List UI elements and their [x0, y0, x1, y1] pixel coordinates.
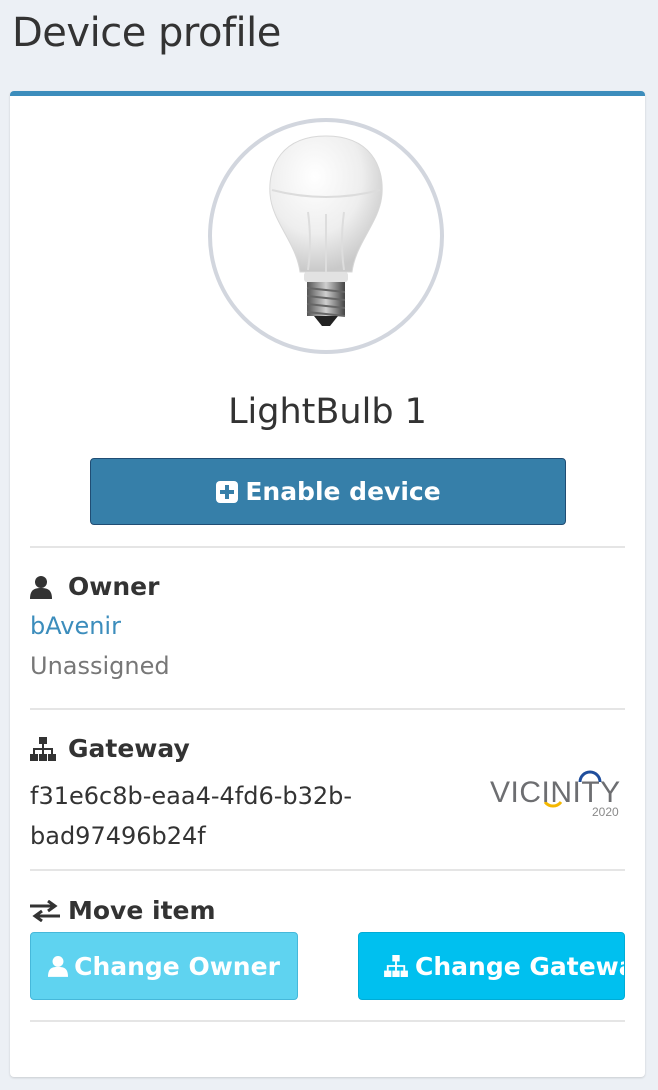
owner-status: Unassigned [30, 652, 170, 680]
owner-heading: Owner [30, 572, 159, 601]
divider [30, 546, 625, 548]
vicinity-logo: VICINITY 2020 [488, 764, 628, 824]
device-name: LightBulb 1 [228, 392, 427, 432]
device-avatar [208, 118, 444, 354]
exchange-icon [30, 899, 68, 922]
divider [30, 1020, 625, 1022]
gateway-heading: Gateway [30, 734, 190, 763]
change-gateway-label: Change Gateway [415, 951, 624, 981]
page-title: Device profile [12, 10, 281, 56]
divider [30, 869, 625, 871]
owner-link[interactable]: bAvenir [30, 612, 121, 640]
move-item-heading: Move item [30, 896, 216, 925]
enable-device-button[interactable]: Enable device [90, 458, 566, 525]
light-bulb-image [269, 135, 383, 326]
gateway-label: Gateway [68, 734, 190, 763]
sitemap-icon [30, 736, 68, 761]
device-profile-box: LightBulb 1 Enable device Owner bAvenir … [10, 91, 645, 1077]
user-icon [30, 575, 68, 599]
change-owner-label: Change Owner [74, 951, 280, 981]
divider [30, 708, 625, 710]
logo-year: 2020 [592, 805, 619, 819]
owner-label: Owner [68, 572, 160, 601]
enable-device-label: Enable device [245, 477, 441, 506]
plus-square-icon [215, 480, 239, 504]
change-owner-button[interactable]: Change Owner [30, 932, 298, 1000]
gateway-id: f31e6c8b-eaa4-4fd6-b32b-bad97496b24f [30, 782, 353, 850]
change-gateway-button[interactable]: Change Gateway [358, 932, 625, 1000]
user-icon [48, 955, 69, 977]
sitemap-icon [383, 955, 409, 977]
move-item-label: Move item [68, 896, 216, 925]
